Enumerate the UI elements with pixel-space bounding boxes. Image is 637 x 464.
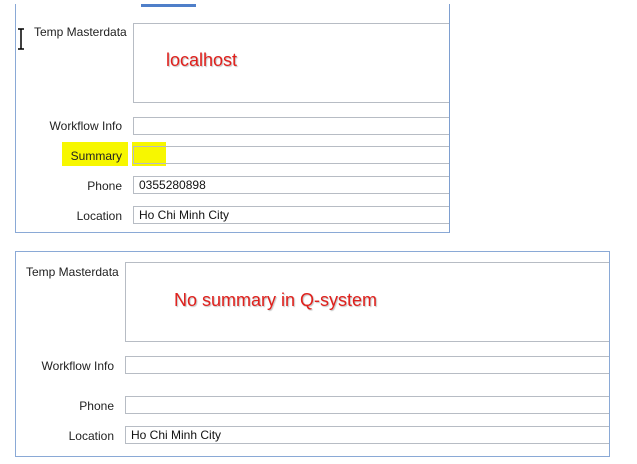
phone-label: Phone (87, 179, 122, 193)
location-label: Location (76, 209, 122, 223)
localhost-form-panel: Temp Masterdata localhost Workflow Info … (15, 4, 450, 233)
text-cursor-icon (18, 28, 24, 50)
location-label: Location (68, 429, 114, 443)
localhost-annotation: localhost (166, 50, 238, 70)
phone-input[interactable]: 0355280898 (133, 176, 449, 194)
workflow-info-input[interactable] (125, 356, 609, 374)
location-input[interactable]: Ho Chi Minh City (133, 206, 449, 224)
workflow-info-input[interactable] (133, 117, 449, 135)
temp-masterdata-label: Temp Masterdata (34, 25, 127, 39)
workflow-info-label: Workflow Info (41, 359, 114, 373)
temp-masterdata-label: Temp Masterdata (26, 265, 119, 279)
workflow-info-label: Workflow Info (49, 119, 122, 133)
phone-label: Phone (79, 399, 114, 413)
phone-input[interactable] (125, 396, 609, 414)
location-input[interactable]: Ho Chi Minh City (125, 426, 609, 444)
tab-indicator (141, 4, 196, 7)
summary-input[interactable] (133, 146, 449, 164)
summary-label: Summary (70, 149, 122, 163)
q-system-form-panel: Temp Masterdata No summary in Q-system W… (15, 251, 610, 457)
q-system-annotation: No summary in Q-system (174, 290, 378, 310)
